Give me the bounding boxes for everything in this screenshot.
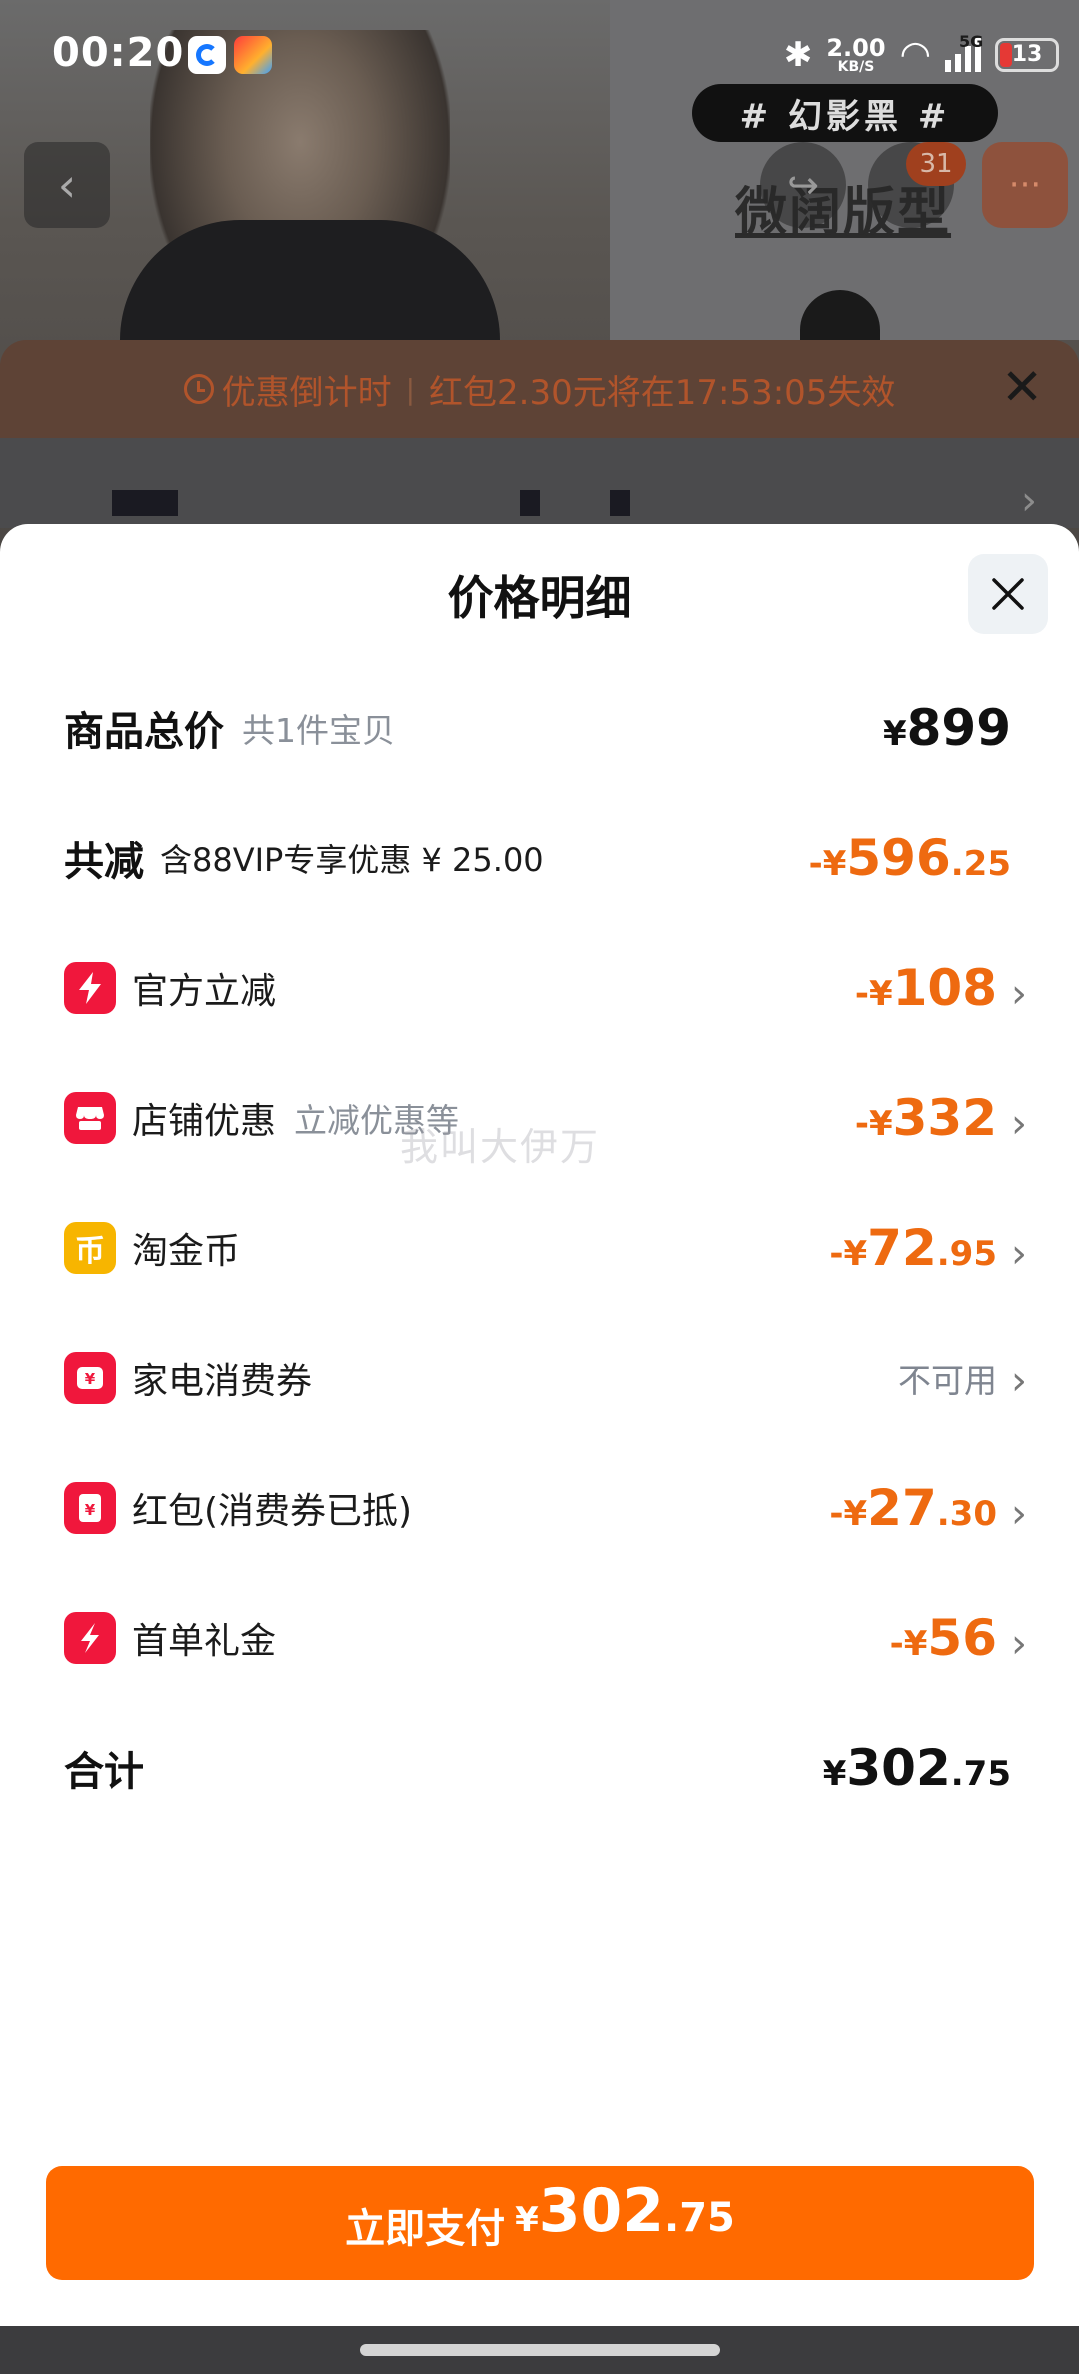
red-packet-value: 27 — [867, 1479, 937, 1537]
sum-row: 合计 ¥ 302 .75 — [64, 1728, 1027, 1808]
status-bar: 00:20 ✱ 2.00 KB/S ◠ 5G 13 — [0, 0, 1079, 118]
vip-discount-note: 含88VIP专享优惠 ¥ 25.00 — [160, 841, 544, 879]
home-indicator-bar — [0, 2326, 1079, 2374]
background-address-row: › — [0, 438, 1079, 528]
first-order-gift-row[interactable]: 首单礼金 -¥ 56 › — [64, 1598, 1027, 1678]
redpacket-icon: ¥ — [64, 1482, 116, 1534]
app-notification-icon-2 — [234, 36, 272, 74]
official-discount-value: 108 — [892, 959, 997, 1017]
sum-decimals: .75 — [950, 1754, 1011, 1794]
close-sheet-button[interactable] — [968, 554, 1048, 634]
pay-button-decimals: .75 — [664, 2195, 735, 2241]
chevron-right-icon: › — [1021, 478, 1037, 524]
red-packet-prefix: -¥ — [829, 1494, 868, 1534]
official-discount-row[interactable]: 官方立减 -¥ 108 › — [64, 948, 1027, 1028]
first-order-gift-label: 首单礼金 — [132, 1621, 277, 1662]
promo-countdown-banner: 优惠倒计时 | 红包2.30元将在17:53:05失效 ✕ — [0, 340, 1079, 438]
taojinbi-prefix: -¥ — [829, 1234, 868, 1274]
share-icon: ↪ — [787, 163, 819, 207]
network-speed-unit: KB/S — [837, 58, 875, 75]
network-speed-value: 2.00 — [826, 33, 886, 62]
user-watermark: 我叫大伊万 — [400, 1125, 601, 1169]
item-count-note: 共1件宝贝 — [242, 711, 395, 750]
sheet-title: 价格明细 — [447, 571, 632, 625]
more-button[interactable]: ··· — [982, 142, 1068, 228]
total-price-label: 商品总价 — [64, 709, 224, 755]
chevron-right-icon: › — [1011, 1491, 1027, 1537]
app-notification-icon — [188, 36, 226, 74]
countdown-label: 优惠倒计时 — [221, 372, 392, 413]
chevron-right-icon: › — [1011, 1358, 1027, 1404]
network-speed: 2.00 KB/S — [826, 36, 885, 74]
cart-count-badge: 31 — [906, 142, 966, 186]
chevron-right-icon: › — [1011, 1621, 1027, 1667]
coin-icon: 币 — [64, 1222, 116, 1274]
chevron-right-icon: › — [1011, 1231, 1027, 1277]
red-packet-label: 红包(消费券已抵) — [132, 1491, 413, 1532]
shop-discount-value: 332 — [892, 1089, 997, 1147]
first-order-gift-value: 56 — [927, 1609, 997, 1667]
appliance-coupon-status: 不可用 — [898, 1361, 997, 1400]
discount-prefix: -¥ — [808, 844, 847, 884]
gift-icon — [64, 1612, 116, 1664]
discount-value: 596 — [846, 829, 951, 887]
pay-button-currency: ¥ — [515, 2200, 539, 2240]
pay-now-button[interactable]: 立即支付 ¥ 302 .75 — [46, 2166, 1034, 2280]
chevron-right-icon: › — [1011, 1101, 1027, 1147]
status-time: 00:20 — [52, 30, 185, 76]
total-discount-row: 共减 含88VIP专享优惠 ¥ 25.00 -¥ 596 .25 — [64, 818, 1027, 898]
sum-currency: ¥ — [822, 1754, 847, 1794]
red-packet-row[interactable]: ¥ 红包(消费券已抵) -¥ 27 .30 › — [64, 1468, 1027, 1548]
chevron-left-icon: ‹ — [57, 158, 77, 212]
more-icon: ··· — [1008, 165, 1042, 205]
total-price-row: 商品总价 共1件宝贝 ¥ 899 — [64, 688, 1027, 768]
close-countdown-icon[interactable]: ✕ — [1001, 362, 1043, 412]
sum-label: 合计 — [64, 1749, 144, 1795]
svg-text:¥: ¥ — [85, 1370, 96, 1388]
svg-text:¥: ¥ — [85, 1501, 96, 1519]
currency-symbol: ¥ — [882, 714, 907, 754]
divider: | — [405, 372, 416, 406]
pay-button-amount: 302 — [538, 2176, 665, 2246]
wifi-icon: ◠ — [899, 34, 931, 75]
red-packet-decimals: .30 — [936, 1494, 997, 1534]
total-price-value: 899 — [906, 699, 1011, 757]
price-detail-sheet: 价格明细 商品总价 共1件宝贝 ¥ 899 共减 含88VIP专享优惠 ¥ 25… — [0, 524, 1079, 2326]
taojinbi-label: 淘金币 — [132, 1231, 241, 1272]
shop-icon — [64, 1092, 116, 1144]
taojinbi-value: 72 — [867, 1219, 937, 1277]
battery-level: 13 — [1011, 42, 1043, 67]
battery-icon: 13 — [995, 37, 1059, 72]
home-indicator[interactable] — [360, 2344, 720, 2356]
total-discount-label: 共减 — [64, 839, 144, 885]
chevron-right-icon: › — [1011, 971, 1027, 1017]
shop-discount-prefix: -¥ — [854, 1104, 893, 1144]
clock-icon — [183, 374, 214, 404]
cellular-signal-icon: 5G — [945, 32, 983, 72]
appliance-coupon-label: 家电消费券 — [132, 1361, 313, 1402]
official-discount-label: 官方立减 — [132, 971, 277, 1012]
taojinbi-row[interactable]: 币 淘金币 -¥ 72 .95 › — [64, 1208, 1027, 1288]
sum-value: 302 — [846, 1739, 951, 1797]
first-order-gift-prefix: -¥ — [889, 1624, 928, 1664]
share-button[interactable]: ↪ — [760, 142, 846, 228]
countdown-message: 红包2.30元将在17:53:05失效 — [429, 372, 896, 413]
bluetooth-icon: ✱ — [783, 34, 813, 75]
coupon-icon: ¥ — [64, 1352, 116, 1404]
discount-decimals: .25 — [950, 844, 1011, 884]
official-discount-prefix: -¥ — [854, 974, 893, 1014]
taojinbi-decimals: .95 — [936, 1234, 997, 1274]
close-icon — [992, 578, 1024, 610]
network-type: 5G — [959, 31, 984, 51]
lightning-icon — [64, 962, 116, 1014]
pay-button-label: 立即支付 — [345, 2206, 506, 2252]
shop-discount-label: 店铺优惠 — [132, 1101, 277, 1142]
appliance-coupon-row[interactable]: ¥ 家电消费券 不可用 › — [64, 1338, 1027, 1418]
back-button[interactable]: ‹ — [24, 142, 110, 228]
